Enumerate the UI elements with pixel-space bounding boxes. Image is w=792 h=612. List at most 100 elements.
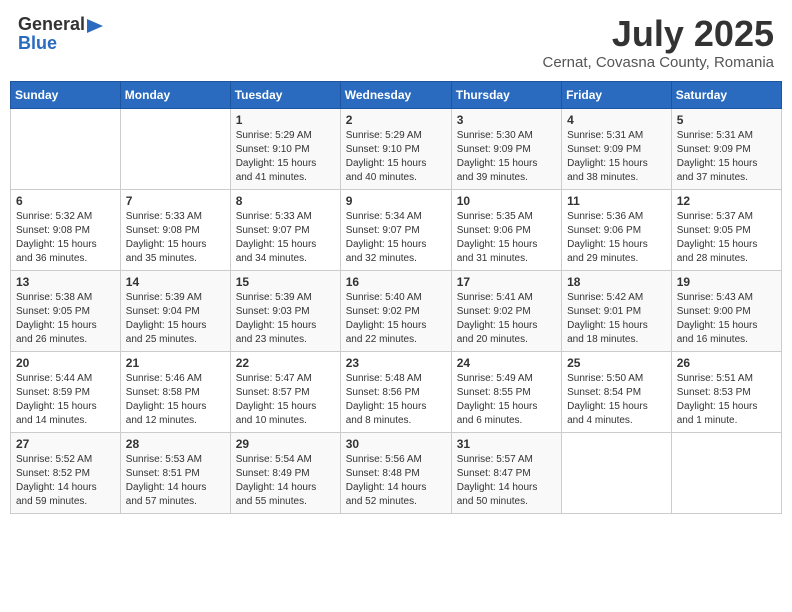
calendar-cell: 6 Sunrise: 5:32 AM Sunset: 9:08 PM Daylig…	[11, 189, 121, 270]
day-info: Sunrise: 5:31 AM Sunset: 9:09 PM Dayligh…	[677, 129, 776, 185]
day-number: 26	[677, 356, 776, 370]
day-number: 13	[16, 275, 115, 289]
calendar-cell: 16 Sunrise: 5:40 AM Sunset: 9:02 PM Dayli…	[340, 270, 451, 351]
calendar-cell: 17Sunrise: 5:41 AM Sunset: 9:02 PM Dayli…	[451, 270, 561, 351]
calendar-cell: 9 Sunrise: 5:34 AM Sunset: 9:07 PM Daylig…	[340, 189, 451, 270]
day-info: Sunrise: 5:29 AM Sunset: 9:10 PM Dayligh…	[236, 129, 335, 185]
weekday-header-thursday: Thursday	[451, 81, 561, 108]
day-number: 12	[677, 194, 776, 208]
day-number: 21	[126, 356, 225, 370]
calendar-cell: 13 Sunrise: 5:38 AM Sunset: 9:05 PM Dayli…	[11, 270, 121, 351]
day-number: 28	[126, 437, 225, 451]
day-number: 14	[126, 275, 225, 289]
day-info: Sunrise: 5:51 AM Sunset: 8:53 PM Dayligh…	[677, 372, 776, 428]
day-info: Sunrise: 5:39 AM Sunset: 9:03 PM Dayligh…	[236, 291, 335, 347]
calendar-cell: 18 Sunrise: 5:42 AM Sunset: 9:01 PM Dayli…	[562, 270, 672, 351]
day-info: Sunrise: 5:53 AM Sunset: 8:51 PM Dayligh…	[126, 453, 225, 509]
day-info: Sunrise: 5:35 AM Sunset: 9:06 PM Dayligh…	[457, 210, 556, 266]
day-info: Sunrise: 5:32 AM Sunset: 9:08 PM Dayligh…	[16, 210, 115, 266]
day-number: 27	[16, 437, 115, 451]
calendar-week-row: 13 Sunrise: 5:38 AM Sunset: 9:05 PM Dayli…	[11, 270, 782, 351]
day-number: 7	[126, 194, 225, 208]
calendar-cell: 21Sunrise: 5:46 AM Sunset: 8:58 PM Dayli…	[120, 351, 230, 432]
calendar-cell: 4 Sunrise: 5:31 AM Sunset: 9:09 PM Daylig…	[562, 108, 672, 189]
day-number: 4	[567, 113, 666, 127]
day-info: Sunrise: 5:44 AM Sunset: 8:59 PM Dayligh…	[16, 372, 115, 428]
day-info: Sunrise: 5:54 AM Sunset: 8:49 PM Dayligh…	[236, 453, 335, 509]
calendar-cell: 22 Sunrise: 5:47 AM Sunset: 8:57 PM Dayli…	[230, 351, 340, 432]
calendar-cell	[120, 108, 230, 189]
day-info: Sunrise: 5:57 AM Sunset: 8:47 PM Dayligh…	[457, 453, 556, 509]
calendar-cell: 29 Sunrise: 5:54 AM Sunset: 8:49 PM Dayli…	[230, 432, 340, 513]
day-number: 20	[16, 356, 115, 370]
calendar-cell: 20 Sunrise: 5:44 AM Sunset: 8:59 PM Dayli…	[11, 351, 121, 432]
day-number: 16	[346, 275, 446, 289]
calendar-cell: 19Sunrise: 5:43 AM Sunset: 9:00 PM Dayli…	[671, 270, 781, 351]
calendar-cell: 28 Sunrise: 5:53 AM Sunset: 8:51 PM Dayli…	[120, 432, 230, 513]
calendar-week-row: 27Sunrise: 5:52 AM Sunset: 8:52 PM Dayli…	[11, 432, 782, 513]
day-number: 10	[457, 194, 556, 208]
day-number: 15	[236, 275, 335, 289]
weekday-header-sunday: Sunday	[11, 81, 121, 108]
calendar-cell: 2 Sunrise: 5:29 AM Sunset: 9:10 PM Daylig…	[340, 108, 451, 189]
calendar-cell: 25 Sunrise: 5:50 AM Sunset: 8:54 PM Dayli…	[562, 351, 672, 432]
calendar-cell	[671, 432, 781, 513]
weekday-header-wednesday: Wednesday	[340, 81, 451, 108]
location-subtitle: Cernat, Covasna County, Romania	[542, 54, 774, 71]
day-number: 5	[677, 113, 776, 127]
day-info: Sunrise: 5:33 AM Sunset: 9:08 PM Dayligh…	[126, 210, 225, 266]
calendar-week-row: 1 Sunrise: 5:29 AM Sunset: 9:10 PM Daylig…	[11, 108, 782, 189]
weekday-header-row: SundayMondayTuesdayWednesdayThursdayFrid…	[11, 81, 782, 108]
day-number: 29	[236, 437, 335, 451]
weekday-header-monday: Monday	[120, 81, 230, 108]
weekday-header-friday: Friday	[562, 81, 672, 108]
day-info: Sunrise: 5:39 AM Sunset: 9:04 PM Dayligh…	[126, 291, 225, 347]
day-info: Sunrise: 5:34 AM Sunset: 9:07 PM Dayligh…	[346, 210, 446, 266]
calendar-cell: 10 Sunrise: 5:35 AM Sunset: 9:06 PM Dayli…	[451, 189, 561, 270]
day-number: 25	[567, 356, 666, 370]
day-number: 11	[567, 194, 666, 208]
day-number: 19	[677, 275, 776, 289]
calendar-cell: 5 Sunrise: 5:31 AM Sunset: 9:09 PM Daylig…	[671, 108, 781, 189]
day-number: 30	[346, 437, 446, 451]
day-info: Sunrise: 5:42 AM Sunset: 9:01 PM Dayligh…	[567, 291, 666, 347]
day-number: 1	[236, 113, 335, 127]
calendar-table: SundayMondayTuesdayWednesdayThursdayFrid…	[10, 81, 782, 514]
day-info: Sunrise: 5:40 AM Sunset: 9:02 PM Dayligh…	[346, 291, 446, 347]
day-number: 8	[236, 194, 335, 208]
calendar-cell: 12 Sunrise: 5:37 AM Sunset: 9:05 PM Dayli…	[671, 189, 781, 270]
day-info: Sunrise: 5:49 AM Sunset: 8:55 PM Dayligh…	[457, 372, 556, 428]
day-info: Sunrise: 5:33 AM Sunset: 9:07 PM Dayligh…	[236, 210, 335, 266]
day-info: Sunrise: 5:29 AM Sunset: 9:10 PM Dayligh…	[346, 129, 446, 185]
calendar-cell	[11, 108, 121, 189]
month-title: July 2025	[542, 14, 774, 54]
day-info: Sunrise: 5:41 AM Sunset: 9:02 PM Dayligh…	[457, 291, 556, 347]
day-number: 2	[346, 113, 446, 127]
weekday-header-saturday: Saturday	[671, 81, 781, 108]
calendar-cell: 27Sunrise: 5:52 AM Sunset: 8:52 PM Dayli…	[11, 432, 121, 513]
day-info: Sunrise: 5:47 AM Sunset: 8:57 PM Dayligh…	[236, 372, 335, 428]
calendar-cell: 8 Sunrise: 5:33 AM Sunset: 9:07 PM Daylig…	[230, 189, 340, 270]
calendar-cell: 30 Sunrise: 5:56 AM Sunset: 8:48 PM Dayli…	[340, 432, 451, 513]
day-info: Sunrise: 5:31 AM Sunset: 9:09 PM Dayligh…	[567, 129, 666, 185]
day-info: Sunrise: 5:37 AM Sunset: 9:05 PM Dayligh…	[677, 210, 776, 266]
day-info: Sunrise: 5:38 AM Sunset: 9:05 PM Dayligh…	[16, 291, 115, 347]
calendar-cell: 7 Sunrise: 5:33 AM Sunset: 9:08 PM Daylig…	[120, 189, 230, 270]
logo: General Blue	[18, 14, 103, 54]
day-number: 22	[236, 356, 335, 370]
day-number: 6	[16, 194, 115, 208]
calendar-cell: 14 Sunrise: 5:39 AM Sunset: 9:04 PM Dayli…	[120, 270, 230, 351]
day-number: 31	[457, 437, 556, 451]
logo-arrow-icon	[87, 19, 103, 33]
day-info: Sunrise: 5:48 AM Sunset: 8:56 PM Dayligh…	[346, 372, 446, 428]
day-number: 24	[457, 356, 556, 370]
weekday-header-tuesday: Tuesday	[230, 81, 340, 108]
day-info: Sunrise: 5:50 AM Sunset: 8:54 PM Dayligh…	[567, 372, 666, 428]
calendar-cell	[562, 432, 672, 513]
calendar-week-row: 6 Sunrise: 5:32 AM Sunset: 9:08 PM Daylig…	[11, 189, 782, 270]
logo-general-text: General	[18, 14, 85, 35]
day-number: 9	[346, 194, 446, 208]
day-number: 18	[567, 275, 666, 289]
day-info: Sunrise: 5:56 AM Sunset: 8:48 PM Dayligh…	[346, 453, 446, 509]
title-area: July 2025 Cernat, Covasna County, Romani…	[542, 14, 774, 71]
